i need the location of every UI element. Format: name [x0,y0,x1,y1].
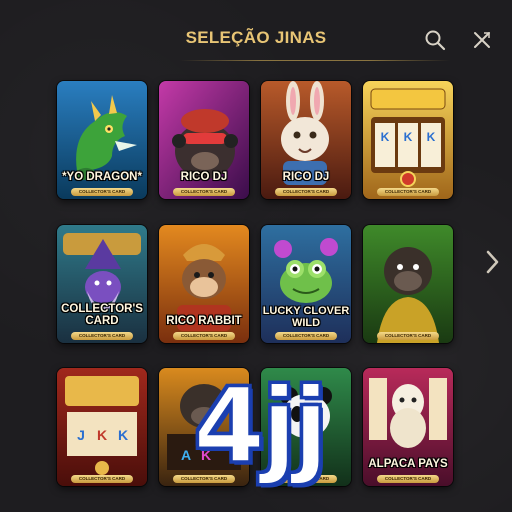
collector-badge: COLLECTOR'S CARD [377,188,439,196]
header-divider [180,60,450,61]
game-card[interactable]: LUCKY CLOVER WILD COLLECTOR'S CARD [261,225,351,343]
chevron-right-icon[interactable] [483,249,501,275]
collector-badge: COLLECTOR'S CARD [275,332,337,340]
game-title: RICO DJ [282,171,330,183]
collector-badge: COLLECTOR'S CARD [275,188,337,196]
svg-text:K: K [381,130,390,144]
game-title: RICO RABBIT [166,315,242,327]
svg-text:K: K [97,427,107,443]
collector-badge: COLLECTOR'S CARD [71,475,133,483]
svg-text:K: K [118,427,128,443]
collector-badge: COLLECTOR'S CARD [377,332,439,340]
game-card[interactable]: ALPACA PAYS COLLECTOR'S CARD [363,368,453,486]
collector-badge: COLLECTOR'S CARD [173,188,235,196]
game-card[interactable]: RICO RABBIT COLLECTOR'S CARD [159,225,249,343]
svg-text:J: J [77,427,85,443]
game-card[interactable]: COLLECTOR'S CARD [363,225,453,343]
red-slot-art: J K K [57,368,147,486]
game-title: COLLECTOR'S CARD [61,303,143,327]
collector-badge: COLLECTOR'S CARD [71,188,133,196]
green-gorilla-art [363,225,453,343]
svg-text:K: K [404,130,413,144]
svg-text:K: K [427,130,436,144]
search-icon[interactable] [424,29,446,51]
svg-text:A: A [181,447,191,463]
game-card[interactable]: *YO DRAGON* COLLECTOR'S CARD [57,81,147,199]
collector-badge: COLLECTOR'S CARD [71,332,133,340]
close-icon[interactable] [471,29,493,51]
game-title: LUCKY CLOVER WILD [262,305,350,329]
gold-slot-art: K K K [363,81,453,199]
collector-badge: COLLECTOR'S CARD [377,475,439,483]
game-title: ALPACA PAYS [368,458,448,470]
game-card[interactable]: COLLECTOR'S CARD COLLECTOR'S CARD [57,225,147,343]
game-card[interactable]: J K K COLLECTOR'S CARD [57,368,147,486]
watermark: 4jj [192,365,331,487]
game-title: *YO DRAGON* [62,171,142,183]
header: SELEÇÃO JINAS [0,0,512,70]
game-card[interactable]: RICO DJ COLLECTOR'S CARD [159,81,249,199]
game-title: RICO DJ [180,171,228,183]
game-card[interactable]: K K K COLLECTOR'S CARD [363,81,453,199]
collector-badge: COLLECTOR'S CARD [173,332,235,340]
game-card[interactable]: RICO DJ COLLECTOR'S CARD [261,81,351,199]
